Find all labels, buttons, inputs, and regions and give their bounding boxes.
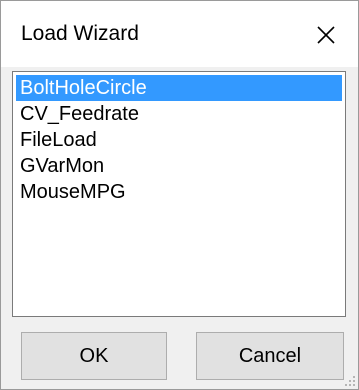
close-icon [317,26,335,44]
list-item-boltholecircle[interactable]: BoltHoleCircle [16,75,342,101]
cancel-button[interactable]: Cancel [196,332,344,380]
close-button[interactable] [303,13,349,57]
window-title: Load Wizard [21,22,139,45]
wizard-listbox[interactable]: BoltHoleCircle CV_Feedrate FileLoad GVar… [12,71,346,317]
list-item-cv-feedrate[interactable]: CV_Feedrate [16,101,342,127]
resize-grip-icon[interactable] [344,375,356,387]
load-wizard-dialog: Load Wizard BoltHoleCircle CV_Feedrate F… [0,0,359,390]
title-bar: Load Wizard [1,1,358,67]
list-item-gvarmon[interactable]: GVarMon [16,153,342,179]
list-item-fileload[interactable]: FileLoad [16,127,342,153]
ok-button[interactable]: OK [21,332,167,380]
wizard-list: BoltHoleCircle CV_Feedrate FileLoad GVar… [16,75,342,205]
list-item-mousempg[interactable]: MouseMPG [16,179,342,205]
